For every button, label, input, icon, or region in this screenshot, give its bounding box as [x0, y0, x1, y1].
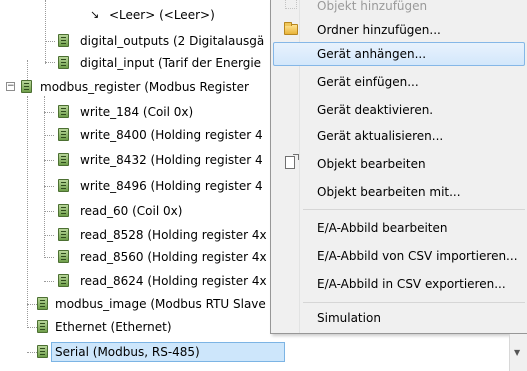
- device-icon: [58, 128, 69, 141]
- tree-item-label: modbus_register (Modbus Register: [40, 80, 249, 94]
- menu-item-objekt-bearbeiten[interactable]: Objekt bearbeiten: [273, 152, 525, 176]
- tree-item-read-8528[interactable]: read_8528 (Holding register 4x: [0, 225, 270, 245]
- menu-item-label: Objekt bearbeiten: [317, 157, 426, 171]
- tree-item-write-184[interactable]: write_184 (Coil 0x): [0, 102, 270, 122]
- device-icon: [58, 204, 69, 217]
- device-icon: [58, 250, 69, 263]
- tree-item-write-8400[interactable]: write_8400 (Holding register 4: [0, 125, 270, 145]
- edit-object-icon: [285, 154, 299, 169]
- device-icon: [37, 297, 48, 310]
- menu-item-label: E/A-Abbild bearbeiten: [317, 221, 448, 235]
- tree-item-label: Serial (Modbus, RS-485): [51, 342, 285, 362]
- tree-item-write-8432[interactable]: write_8432 (Holding register 4: [0, 150, 270, 170]
- device-icon: [21, 80, 32, 93]
- tree-item-label: read_8624 (Holding register 4x: [80, 274, 267, 288]
- tree-item-label: Ethernet (Ethernet): [55, 320, 172, 334]
- tree-item-label: read_60 (Coil 0x): [80, 204, 183, 218]
- tree-item-read-8624[interactable]: read_8624 (Holding register 4x: [0, 271, 270, 291]
- tree-item-write-8496[interactable]: write_8496 (Holding register 4: [0, 176, 270, 196]
- scroll-down-arrow-icon[interactable]: ▼: [514, 348, 520, 357]
- menu-item-label: Gerät einfügen...: [317, 75, 419, 89]
- tree-item-label: <Leer> (<Leer>): [109, 8, 215, 22]
- menu-item-objekt-hinzufuegen[interactable]: Objekt hinzufügen: [273, 0, 525, 18]
- tree-item-digital-input[interactable]: digital_input (Tarif der Energie: [0, 53, 270, 73]
- device-icon: [37, 345, 48, 358]
- menu-separator: [303, 209, 525, 210]
- device-icon: [58, 274, 69, 287]
- menu-item-geraet-anhaengen[interactable]: Gerät anhängen...: [273, 42, 525, 66]
- tree-item-label: write_8496 (Holding register 4: [80, 179, 263, 193]
- tree-item-label: read_8528 (Holding register 4x: [80, 228, 267, 242]
- menu-item-geraet-aktualisieren[interactable]: Gerät aktualisieren...: [273, 124, 525, 148]
- context-menu: Objekt hinzufügen Ordner hinzufügen... G…: [270, 0, 527, 334]
- device-icon: [58, 34, 69, 47]
- device-icon: [58, 105, 69, 118]
- tree-item-label: write_8400 (Holding register 4: [80, 128, 263, 142]
- menu-item-ea-abbild-bearbeiten[interactable]: E/A-Abbild bearbeiten: [273, 216, 525, 240]
- menu-item-ea-abbild-exportieren[interactable]: E/A-Abbild in CSV exportieren...: [273, 272, 525, 296]
- tree-item-read-8560[interactable]: read_8560 (Holding register 4x: [0, 247, 270, 267]
- menu-item-label: Gerät aktualisieren...: [317, 129, 444, 143]
- grid-icon: [285, 0, 297, 9]
- tree-item-read-60[interactable]: read_60 (Coil 0x): [0, 201, 270, 221]
- menu-item-label: E/A-Abbild von CSV importieren...: [317, 249, 518, 263]
- scrollbar[interactable]: ▼: [509, 334, 527, 371]
- menu-item-label: Gerät anhängen...: [317, 47, 427, 61]
- menu-item-geraet-deaktivieren[interactable]: Gerät deaktivieren.: [273, 98, 525, 122]
- tree-item-label: digital_input (Tarif der Energie: [80, 56, 262, 70]
- device-tree[interactable]: ↘ <Leer> (<Leer>) digital_outputs (2 Dig…: [0, 0, 290, 371]
- menu-item-simulation[interactable]: Simulation: [273, 306, 525, 330]
- menu-item-label: Objekt bearbeiten mit...: [317, 185, 461, 199]
- menu-item-label: Simulation: [317, 311, 381, 325]
- menu-item-geraet-einfuegen[interactable]: Gerät einfügen...: [273, 70, 525, 94]
- tree-item-ethernet[interactable]: Ethernet (Ethernet): [0, 317, 270, 337]
- menu-separator: [303, 302, 525, 303]
- device-icon: [58, 228, 69, 241]
- device-icon: [37, 320, 48, 333]
- tree-item-serial[interactable]: Serial (Modbus, RS-485): [0, 342, 290, 362]
- tree-item-digital-outputs[interactable]: digital_outputs (2 Digitalausgä: [0, 31, 270, 51]
- device-icon: [58, 56, 69, 69]
- tree-item-label: write_8432 (Holding register 4: [80, 153, 263, 167]
- menu-item-label: E/A-Abbild in CSV exportieren...: [317, 277, 506, 291]
- tree-item-label: modbus_image (Modbus RTU Slave: [55, 297, 266, 311]
- menu-item-ordner-hinzufuegen[interactable]: Ordner hinzufügen...: [273, 18, 525, 42]
- folder-icon: [284, 22, 298, 35]
- menu-item-label: Ordner hinzufügen...: [317, 23, 441, 37]
- tree-item-label: digital_outputs (2 Digitalausgä: [80, 34, 265, 48]
- tree-item-leer[interactable]: ↘ <Leer> (<Leer>): [0, 5, 270, 25]
- menu-item-ea-abbild-importieren[interactable]: E/A-Abbild von CSV importieren...: [273, 244, 525, 268]
- device-icon: [58, 153, 69, 166]
- empty-slot-icon: ↘: [90, 8, 100, 21]
- device-icon: [58, 179, 69, 192]
- tree-item-modbus-image[interactable]: modbus_image (Modbus RTU Slave: [0, 294, 270, 314]
- collapse-toggle-icon[interactable]: −: [6, 82, 15, 91]
- tree-item-label: read_8560 (Holding register 4x: [80, 250, 267, 264]
- menu-item-label: Gerät deaktivieren.: [317, 103, 434, 117]
- tree-item-label: write_184 (Coil 0x): [80, 105, 194, 119]
- tree-item-modbus-register[interactable]: − modbus_register (Modbus Register: [0, 77, 270, 97]
- menu-item-objekt-bearbeiten-mit[interactable]: Objekt bearbeiten mit...: [273, 180, 525, 204]
- menu-item-label: Objekt hinzufügen: [317, 0, 428, 13]
